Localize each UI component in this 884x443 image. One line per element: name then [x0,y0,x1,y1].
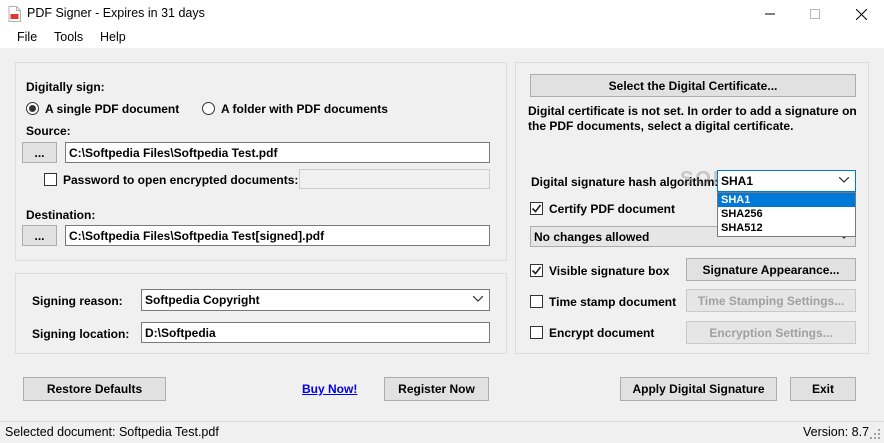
menu-help[interactable]: Help [100,30,126,44]
certificate-info-text: Digital certificate is not set. In order… [528,104,857,133]
close-button[interactable] [838,0,884,28]
register-now-button[interactable]: Register Now [384,377,489,401]
hash-algorithm-dropdown: SHA1 SHA256 SHA512 [717,192,856,237]
visible-signature-checkbox[interactable] [530,264,543,277]
timestamp-label: Time stamp document [549,295,677,309]
checkmark-icon [531,266,542,275]
maximize-icon [810,9,820,19]
signing-reason-value: Softpedia Copyright [145,293,260,307]
menu-tools[interactable]: Tools [54,30,83,44]
checkmark-icon [531,204,542,213]
status-selected-document: Selected document: Softpedia Test.pdf [5,425,219,439]
menu-file[interactable]: File [17,30,37,44]
minimize-button[interactable] [747,0,793,28]
signing-reason-label: Signing reason: [32,294,123,308]
menu-bar [0,28,884,48]
apply-signature-button[interactable]: Apply Digital Signature [620,377,777,401]
destination-input[interactable]: C:\Softpedia Files\Softpedia Test[signed… [65,225,490,246]
changes-allowed-value: No changes allowed [534,229,650,244]
status-version: Version: 8.7 [803,425,870,439]
certify-label: Certify PDF document [549,202,676,216]
window-title: PDF Signer - Expires in 31 days [27,6,205,20]
encrypt-label: Encrypt document [549,326,655,340]
signature-appearance-button[interactable]: Signature Appearance... [686,258,856,281]
restore-defaults-button[interactable]: Restore Defaults [23,377,166,401]
source-label: Source: [26,124,71,138]
pdf-app-icon [8,6,21,22]
timestamp-checkbox[interactable] [530,295,543,308]
source-input[interactable]: C:\Softpedia Files\Softpedia Test.pdf [65,142,490,163]
hash-algorithm-value: SHA1 [721,174,754,188]
hash-option-sha256[interactable]: SHA256 [718,207,855,221]
hash-option-sha512[interactable]: SHA512 [718,221,855,235]
password-label: Password to open encrypted documents: [63,173,299,187]
resize-grip-icon[interactable] [870,429,881,440]
radio-folder[interactable] [202,102,215,115]
radio-single-pdf-label[interactable]: A single PDF document [45,102,179,116]
digitally-sign-label: Digitally sign: [26,80,105,94]
browse-destination-button[interactable]: ... [22,225,57,246]
hash-algorithm-select[interactable]: SHA1 [717,170,856,192]
visible-signature-label: Visible signature box [549,264,670,278]
encryption-settings-button[interactable]: Encryption Settings... [686,321,856,344]
encrypt-checkbox[interactable] [530,326,543,339]
close-icon [855,8,867,20]
radio-single-pdf[interactable] [26,102,39,115]
password-input[interactable] [299,169,490,189]
destination-label: Destination: [26,208,96,222]
timestamp-settings-button[interactable]: Time Stamping Settings... [686,289,856,312]
chevron-down-icon [839,177,849,183]
signing-reason-select[interactable]: Softpedia Copyright [141,289,490,311]
signing-location-label: Signing location: [32,327,130,341]
buy-now-link[interactable]: Buy Now! [302,382,357,396]
select-certificate-button[interactable]: Select the Digital Certificate... [530,74,856,97]
signing-location-input[interactable]: D:\Softpedia [141,322,490,343]
minimize-icon [765,13,775,15]
exit-button[interactable]: Exit [790,377,856,401]
hash-option-sha1[interactable]: SHA1 [718,193,855,207]
certify-checkbox[interactable] [530,202,543,215]
password-checkbox[interactable] [44,173,57,186]
chevron-down-icon [473,296,483,302]
browse-source-button[interactable]: ... [22,142,57,163]
maximize-button[interactable] [792,0,838,28]
radio-folder-label[interactable]: A folder with PDF documents [221,102,388,116]
